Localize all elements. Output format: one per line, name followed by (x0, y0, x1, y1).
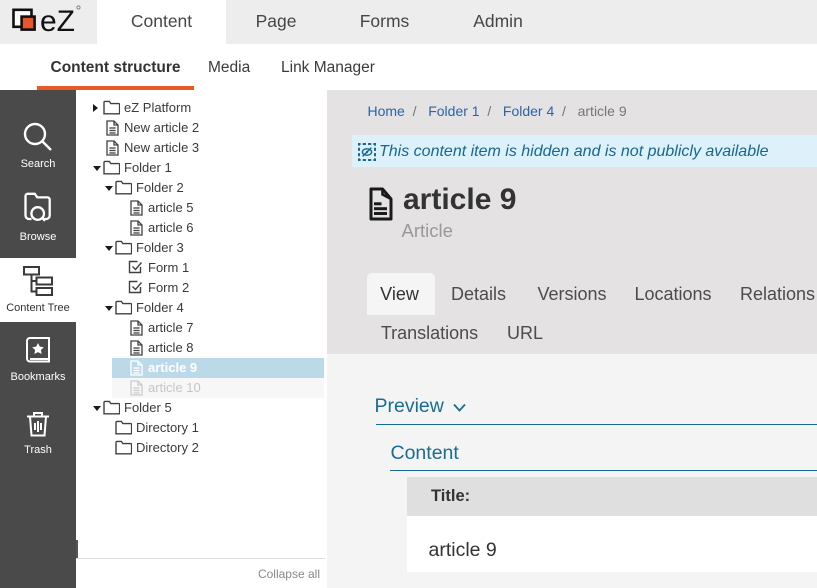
svg-text:eZ: eZ (40, 5, 75, 38)
